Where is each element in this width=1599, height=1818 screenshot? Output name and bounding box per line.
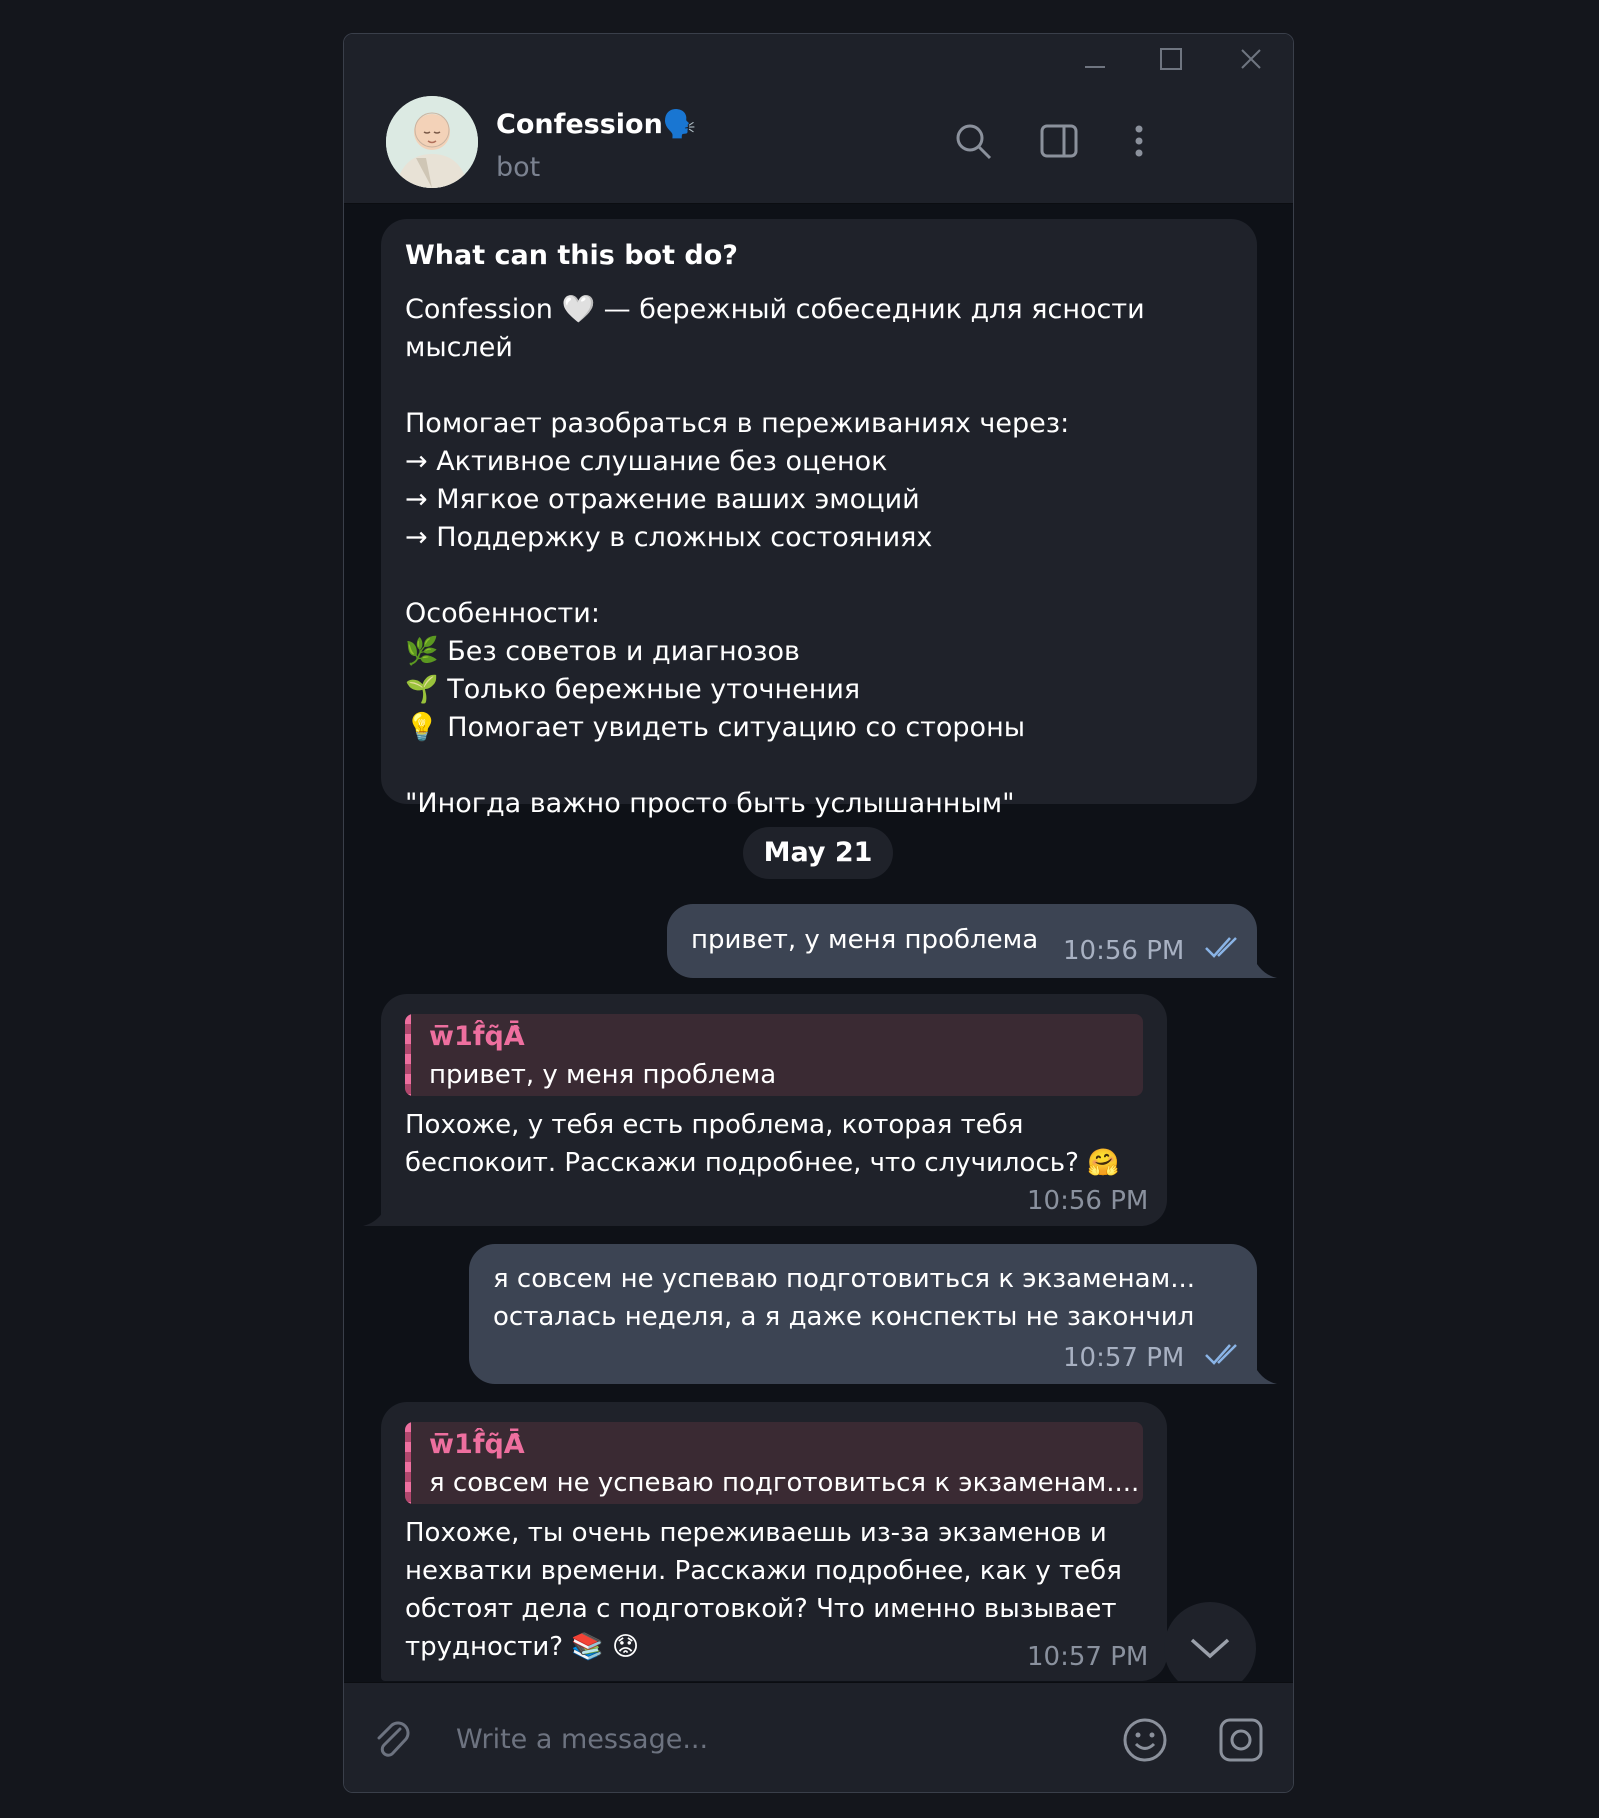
- bubble-tail: [363, 1200, 389, 1226]
- message-incoming[interactable]: w̅1f̂q̃Ā̀ я совсем не успеваю подготовит…: [381, 1402, 1167, 1681]
- bot-description-title: What can this bot do?: [405, 240, 738, 271]
- reply-quoted-text: я совсем не успеваю подготовиться к экза…: [429, 1468, 1140, 1498]
- chevron-down-icon: [1190, 1638, 1230, 1659]
- message-time: 10:57 PM: [1027, 1642, 1149, 1672]
- reply-quote[interactable]: w̅1f̂q̃Ā̀ я совсем не успеваю подготовит…: [405, 1422, 1143, 1504]
- double-check-icon: [1205, 1344, 1237, 1365]
- reply-accent-bar: [405, 1014, 411, 1096]
- message-time: 10:56 PM: [1027, 1186, 1149, 1216]
- reply-quoted-text: привет, у меня проблема: [429, 1060, 777, 1090]
- message-text: Похоже, у тебя есть проблема, которая те…: [405, 1110, 1120, 1178]
- message-input[interactable]: [454, 1713, 1098, 1765]
- avatar[interactable]: [386, 96, 478, 188]
- telegram-window: Confession🗣️ bot What can this bot do? C…: [343, 33, 1294, 1793]
- maximize-icon[interactable]: [1151, 42, 1191, 76]
- bubble-tail: [1251, 1358, 1277, 1384]
- bubble-tail: [1251, 952, 1277, 978]
- reply-accent-bar: [405, 1422, 411, 1504]
- search-icon[interactable]: [948, 116, 998, 166]
- message-outgoing[interactable]: я совсем не успеваю подготовиться к экза…: [469, 1244, 1257, 1384]
- reply-quote[interactable]: w̅1f̂q̃Ā̀ привет, у меня проблема: [405, 1014, 1143, 1096]
- chat-title[interactable]: Confession🗣️: [496, 108, 696, 140]
- message-time: 10:57 PM: [1063, 1343, 1185, 1373]
- double-check-icon: [1205, 937, 1237, 958]
- video-message-icon[interactable]: [1214, 1713, 1268, 1767]
- emoji-icon[interactable]: [1118, 1713, 1172, 1767]
- message-incoming[interactable]: w̅1f̂q̃Ā̀ привет, у меня проблема Похоже…: [381, 994, 1167, 1226]
- more-vertical-icon[interactable]: [1114, 116, 1164, 166]
- message-list[interactable]: What can this bot do? Confession 🤍 — бер…: [344, 204, 1293, 1681]
- date-separator: May 21: [743, 827, 893, 879]
- bot-description-card: What can this bot do? Confession 🤍 — бер…: [381, 219, 1257, 819]
- close-icon[interactable]: [1231, 42, 1271, 76]
- message-text: привет, у меня проблема: [691, 925, 1039, 955]
- minimize-icon[interactable]: [1075, 42, 1115, 76]
- message-time: 10:56 PM: [1063, 936, 1185, 966]
- bot-description-text: Confession 🤍 — бережный собеседник для я…: [405, 294, 1145, 819]
- message-text: Похоже, ты очень переживаешь из-за экзам…: [405, 1518, 1122, 1662]
- reply-sender-name: w̅1f̂q̃Ā̀: [429, 1429, 525, 1460]
- reply-sender-name: w̅1f̂q̃Ā̀: [429, 1021, 525, 1052]
- attach-icon[interactable]: [366, 1713, 420, 1767]
- chat-subtitle: bot: [496, 152, 541, 183]
- scroll-to-bottom-button[interactable]: [1164, 1602, 1256, 1681]
- chat-header[interactable]: Confession🗣️ bot: [344, 84, 1293, 204]
- message-outgoing[interactable]: привет, у меня проблема 10:56 PM: [667, 904, 1257, 978]
- message-composer: [344, 1682, 1293, 1792]
- title-bar: [344, 34, 1293, 84]
- message-text: я совсем не успеваю подготовиться к экза…: [493, 1264, 1195, 1332]
- sidebar-toggle-icon[interactable]: [1034, 116, 1084, 166]
